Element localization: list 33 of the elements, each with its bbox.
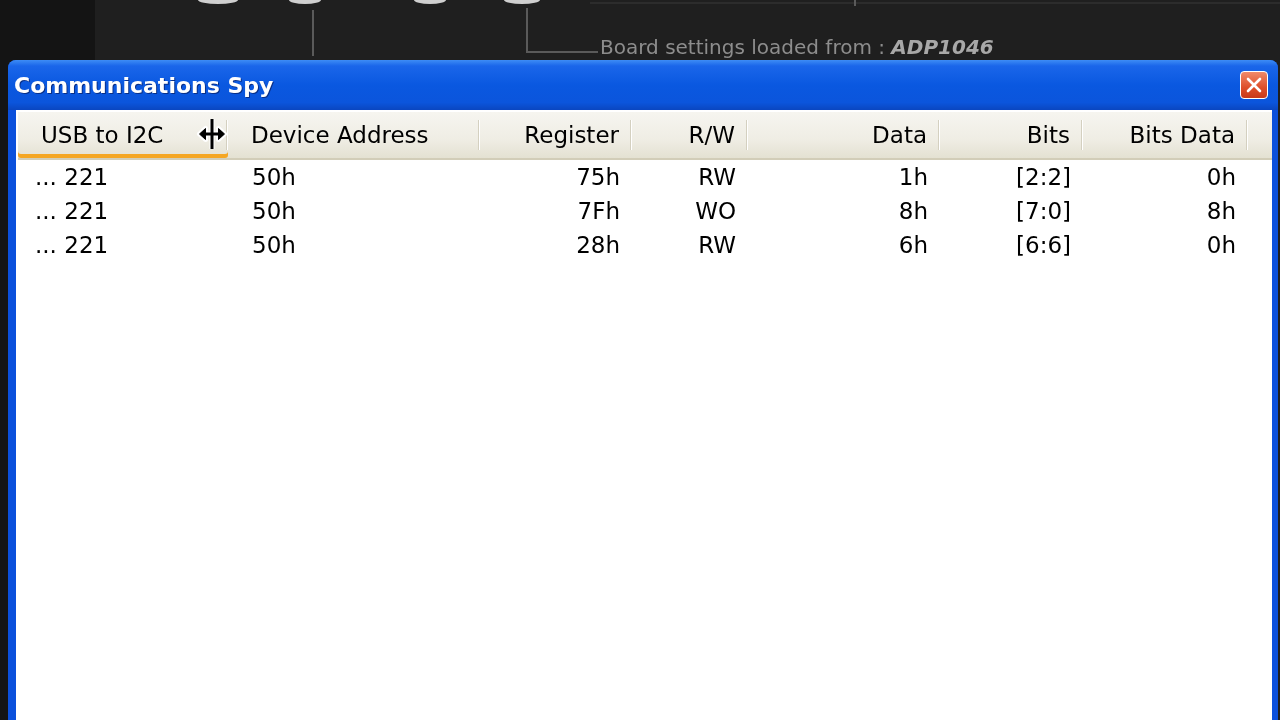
table-cell-text: 28h	[575, 231, 621, 260]
table-cell-text: 75h	[575, 163, 621, 192]
table-cell-text: 7Fh	[576, 197, 621, 226]
close-icon	[1246, 77, 1262, 93]
table-cell-text: ... 221	[34, 231, 110, 260]
column-header[interactable]: Bits Data	[1083, 112, 1248, 158]
table-cell-text: ... 221	[34, 197, 110, 226]
table-cell-text: 50h	[251, 231, 297, 260]
table-cell-text: RW	[697, 231, 737, 260]
column-header[interactable]: Data	[748, 112, 940, 158]
table-cell-text: 8h	[897, 197, 929, 226]
table-cell-text: 50h	[251, 197, 297, 226]
window-title: Communications Spy	[14, 72, 274, 98]
table-cell-text: [2:2]	[1015, 163, 1072, 192]
column-header[interactable]: Bits	[940, 112, 1083, 158]
table-cell-text: [6:6]	[1015, 231, 1072, 260]
resize-cursor-icon	[197, 116, 227, 152]
table-cell-text: 8h	[1205, 197, 1237, 226]
table-cell-text: WO	[694, 197, 737, 226]
table-cell-text: RW	[697, 163, 737, 192]
column-header[interactable]: USB to I2C	[18, 112, 228, 158]
table-cell-text: 50h	[251, 163, 297, 192]
column-header[interactable]: Register	[480, 112, 632, 158]
table-cell-text: 0h	[1205, 163, 1237, 192]
close-button[interactable]	[1240, 71, 1268, 99]
table-cell-text: [7:0]	[1015, 197, 1072, 226]
table-cell-text: 0h	[1205, 231, 1237, 260]
column-header[interactable]: Device Address	[228, 112, 480, 158]
status-text: Board settings loaded from : ADP1046	[600, 35, 994, 59]
table-cell-text: 1h	[897, 163, 929, 192]
column-header[interactable]: R/W	[632, 112, 748, 158]
table-cell-text: 6h	[897, 231, 929, 260]
table-cell-text: ... 221	[34, 163, 110, 192]
